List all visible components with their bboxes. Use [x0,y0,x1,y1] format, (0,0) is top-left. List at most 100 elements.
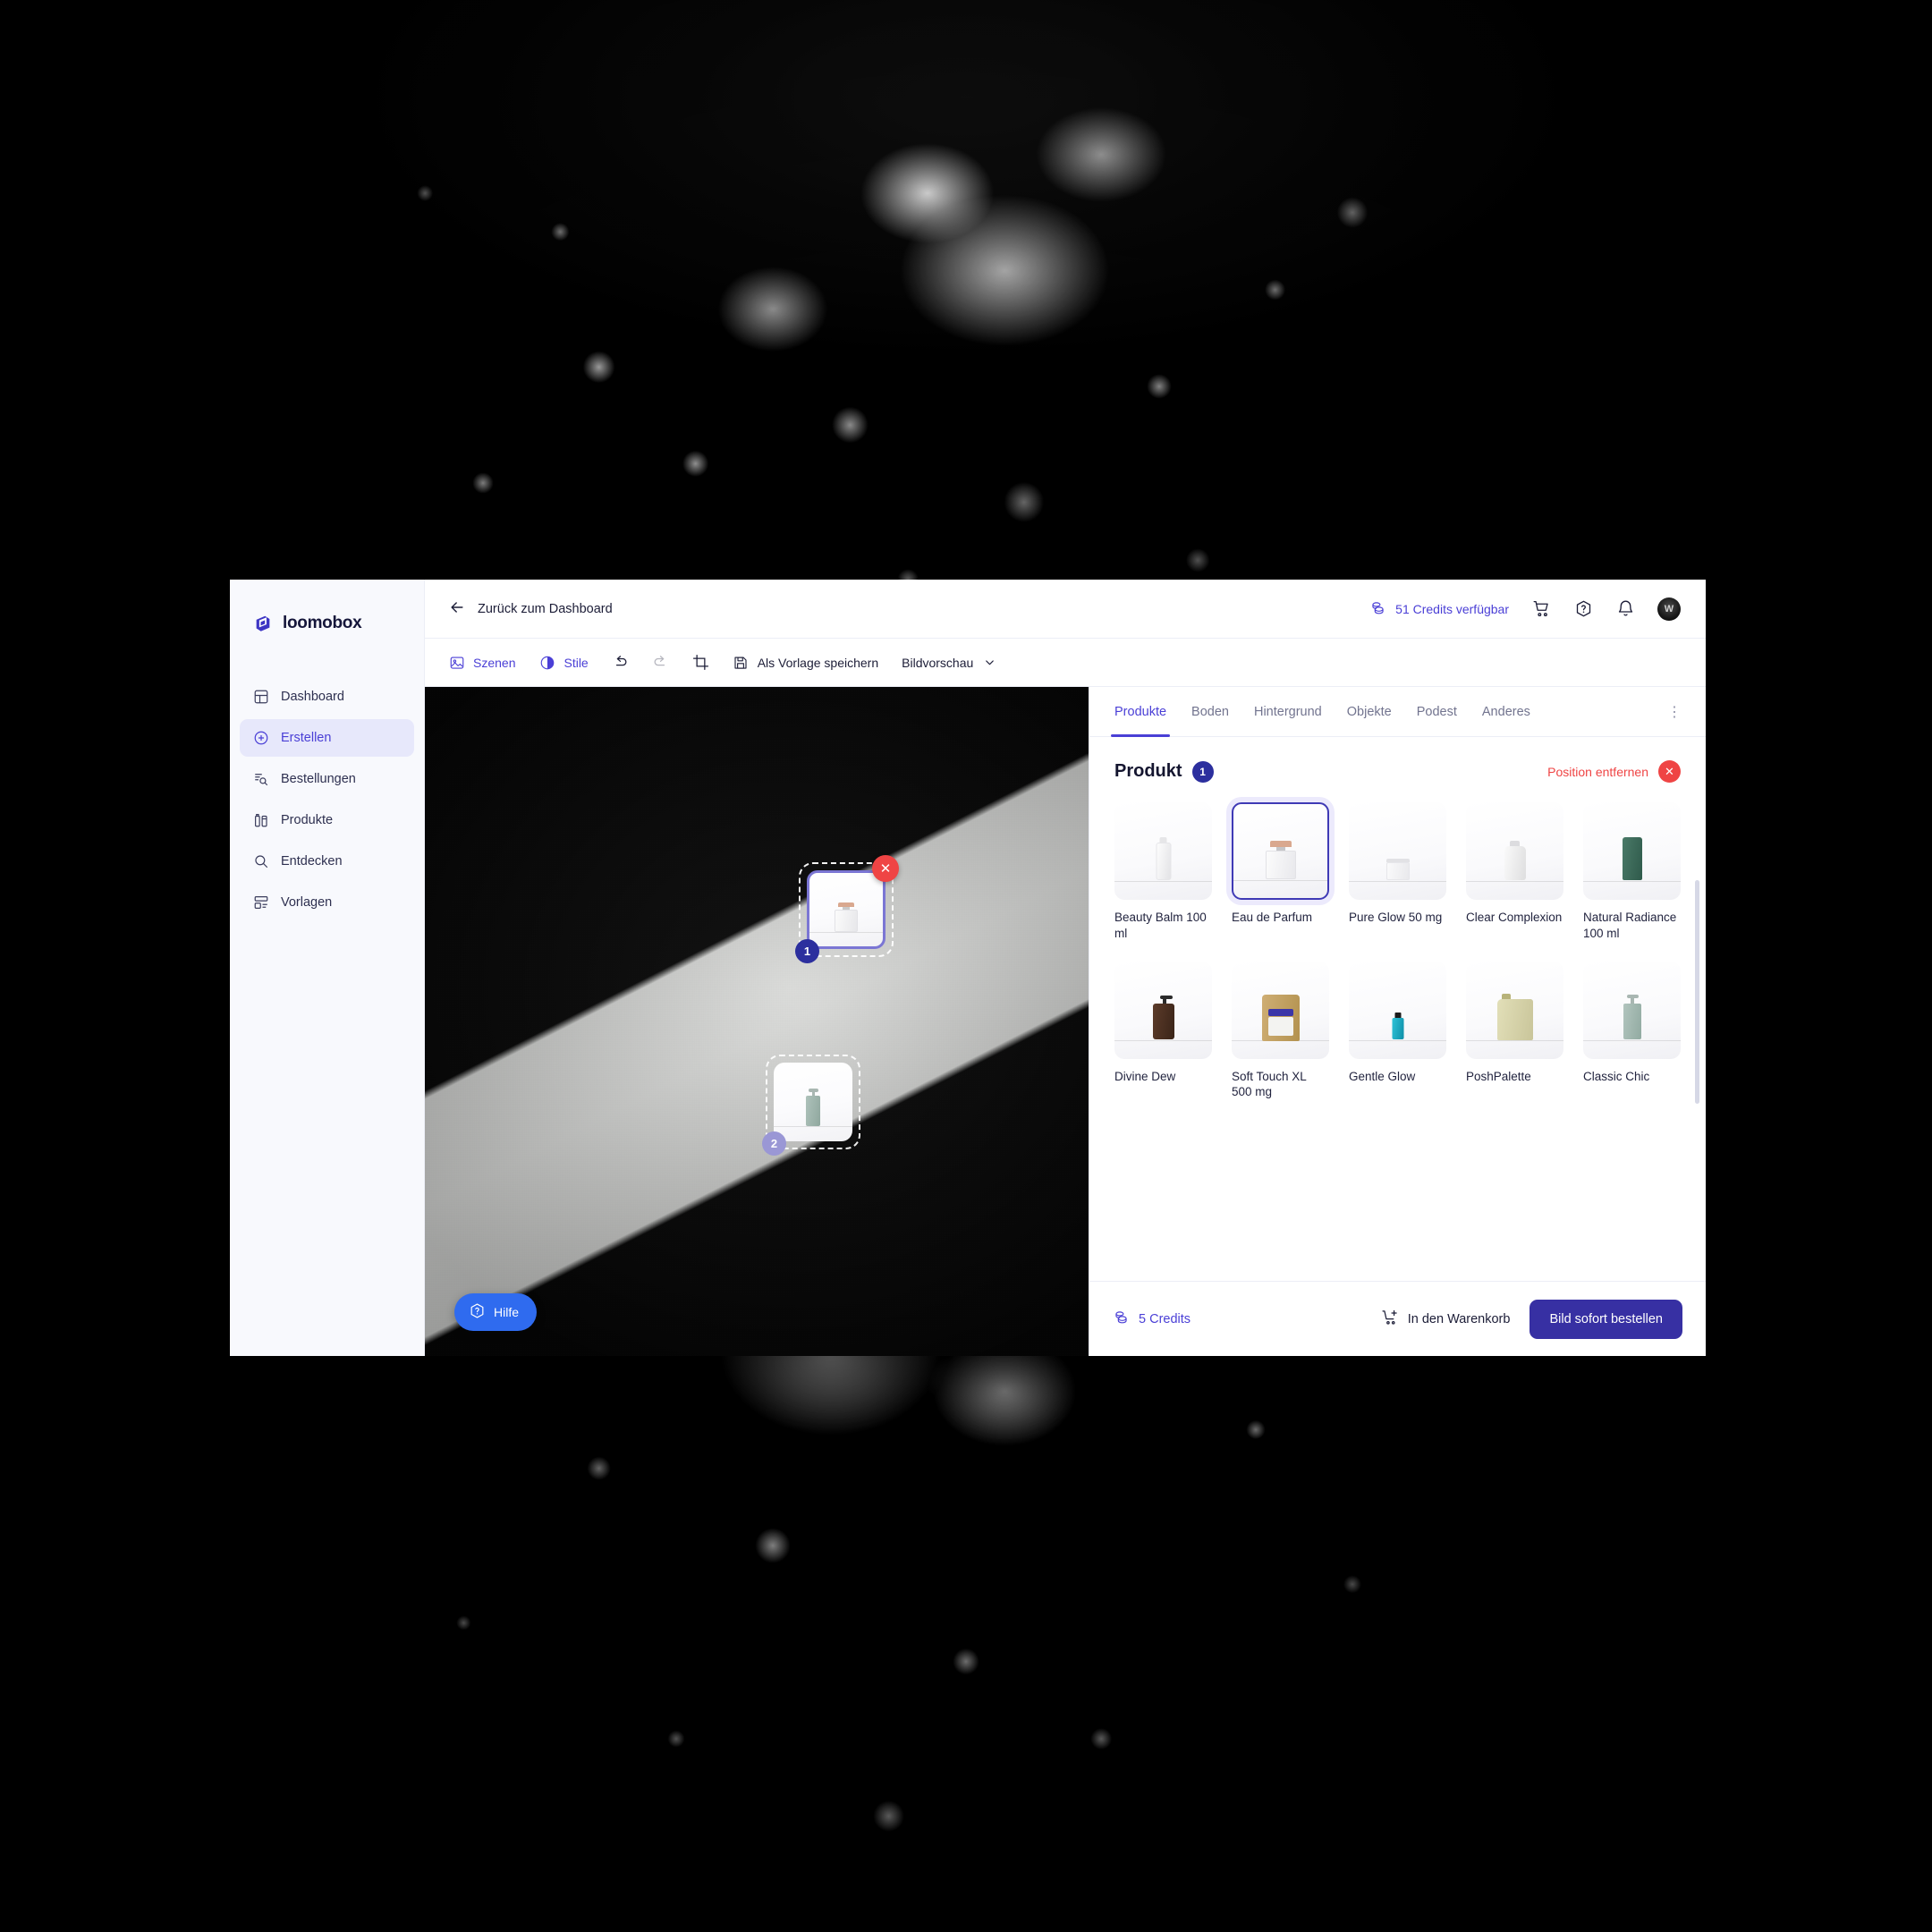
help-button[interactable]: Hilfe [454,1293,538,1331]
remove-position-label: Position entfernen [1547,764,1648,779]
product-card-gentle-glow[interactable]: Gentle Glow [1349,961,1446,1101]
tab-label: Objekte [1346,704,1392,719]
product-card-clear-complexion[interactable]: Clear Complexion [1466,802,1563,942]
chevron-down-icon [981,654,998,671]
styles-label: Stile [564,655,589,670]
product-thumbnail [1349,802,1446,900]
sidebar-item-label: Vorlagen [281,895,333,910]
product-thumbnail [1583,802,1681,900]
product-label: Clear Complexion [1466,911,1563,924]
order-image-button[interactable]: Bild sofort bestellen [1530,1299,1682,1339]
placement-number-badge: 1 [795,939,819,963]
product-card-beauty-balm[interactable]: Beauty Balm 100 ml [1114,802,1212,942]
crop-icon [692,654,709,671]
product-tube-icon [1622,837,1642,881]
workspace: 1 ✕ 2 Hilfe Produkte Boden Hintergrund O… [425,687,1706,1356]
arrow-left-icon [448,598,466,620]
tab-boden[interactable]: Boden [1179,687,1241,737]
sidebar-item-bestellungen[interactable]: Bestellungen [240,760,414,798]
sidebar-item-entdecken[interactable]: Entdecken [240,843,414,880]
editor-panel: Produkte Boden Hintergrund Objekte Podes… [1089,687,1706,1356]
undo-button[interactable] [612,654,629,671]
tab-podest[interactable]: Podest [1404,687,1470,737]
tab-objekte[interactable]: Objekte [1335,687,1404,737]
sidebar-item-dashboard[interactable]: Dashboard [240,678,414,716]
credits-available[interactable]: 51 Credits verfügbar [1369,599,1509,619]
sidebar-item-erstellen[interactable]: Erstellen [240,719,414,757]
question-hexagon-icon[interactable] [1573,599,1593,619]
close-x-icon[interactable]: ✕ [872,855,899,882]
plus-circle-icon [253,730,269,746]
product-thumbnail [1114,802,1212,900]
shelf-line [1349,881,1446,883]
crop-button[interactable] [692,654,709,671]
product-thumbnail [1114,961,1212,1059]
sidebar-item-label: Erstellen [281,731,332,745]
shelf-line [1114,1040,1212,1042]
redo-button[interactable] [652,654,669,671]
scenes-label: Szenen [473,655,516,670]
product-card-pure-glow[interactable]: Pure Glow 50 mg [1349,802,1446,942]
product-grid: Beauty Balm 100 ml Eau de Parfum Pure Gl… [1114,802,1681,1100]
tab-label: Anderes [1481,704,1530,719]
panel-scrollbar[interactable] [1695,880,1699,1104]
panel-header: Produkt 1 Position entfernen ✕ [1114,760,1681,783]
close-x-icon: ✕ [1658,760,1681,783]
tab-anderes[interactable]: Anderes [1470,687,1543,737]
more-vertical-icon[interactable]: ⋮ [1657,703,1693,721]
save-template-button[interactable]: Als Vorlage speichern [733,654,878,671]
add-to-cart-button[interactable]: In den Warenkorb [1381,1309,1511,1330]
sidebar-item-vorlagen[interactable]: Vorlagen [240,884,414,921]
add-to-cart-label: In den Warenkorb [1407,1311,1511,1326]
product-thumbnail [1583,961,1681,1059]
bell-icon[interactable] [1615,599,1635,619]
product-label: Classic Chic [1583,1069,1650,1083]
main-area: Zurück zum Dashboard 51 Credits verfügba… [425,580,1706,1356]
product-refill-pouch-icon [1496,993,1533,1040]
tab-hintergrund[interactable]: Hintergrund [1241,687,1335,737]
scenes-button[interactable]: Szenen [448,654,515,671]
redo-arrow-icon [652,654,669,671]
remove-position-button[interactable]: Position entfernen ✕ [1547,760,1681,783]
placement-preview [807,870,886,949]
product-label: Beauty Balm 100 ml [1114,911,1207,940]
image-preview-dropdown[interactable]: Bildvorschau [902,654,998,671]
help-button-label: Hilfe [494,1305,520,1319]
topbar-actions: 51 Credits verfügbar W [1369,597,1681,621]
avatar[interactable]: W [1657,597,1681,621]
shelf-line [1233,880,1327,882]
scene-canvas[interactable]: 1 ✕ 2 Hilfe [425,687,1089,1356]
floppy-disk-icon [733,654,750,671]
list-search-icon [253,771,269,787]
tab-produkte[interactable]: Produkte [1102,687,1179,737]
coins-icon [1113,1309,1130,1329]
product-perfume-flask-icon [1265,841,1296,879]
product-spray-bottle-icon [1156,837,1171,881]
placement-number-badge: 2 [762,1131,786,1156]
placement-shelf-line [809,932,883,934]
product-mini-bottle-icon [1392,1012,1403,1039]
product-card-natural-radiance[interactable]: Natural Radiance 100 ml [1583,802,1681,942]
sidebar-item-produkte[interactable]: Produkte [240,801,414,839]
footer-credits-label: 5 Credits [1139,1311,1191,1326]
product-pouch-icon [1261,995,1300,1042]
back-to-dashboard-link[interactable]: Zurück zum Dashboard [448,598,613,620]
sidebar-item-label: Entdecken [281,854,343,869]
tab-label: Produkte [1114,704,1167,719]
product-card-classic-chic[interactable]: Classic Chic [1583,961,1681,1101]
product-pump-bottle-icon [1152,995,1174,1039]
placement-1[interactable]: 1 ✕ [795,855,899,963]
shopping-cart-icon[interactable] [1531,599,1551,619]
styles-button[interactable]: Stile [538,654,589,671]
product-card-poshpalette[interactable]: PoshPalette [1466,961,1563,1101]
templates-icon [253,894,269,911]
brand-logo[interactable]: loomobox [230,603,424,644]
shelf-line [1466,881,1563,883]
top-bar: Zurück zum Dashboard 51 Credits verfügba… [425,580,1706,639]
placement-2[interactable]: 2 [762,1055,860,1156]
product-card-eau-de-parfum[interactable]: Eau de Parfum [1232,802,1329,942]
app-window: loomobox Dashboard Erstellen Bestellunge… [230,580,1706,1356]
product-card-soft-touch-xl[interactable]: Soft Touch XL 500 mg [1232,961,1329,1101]
sidebar-item-label: Dashboard [281,690,344,704]
product-card-divine-dew[interactable]: Divine Dew [1114,961,1212,1101]
